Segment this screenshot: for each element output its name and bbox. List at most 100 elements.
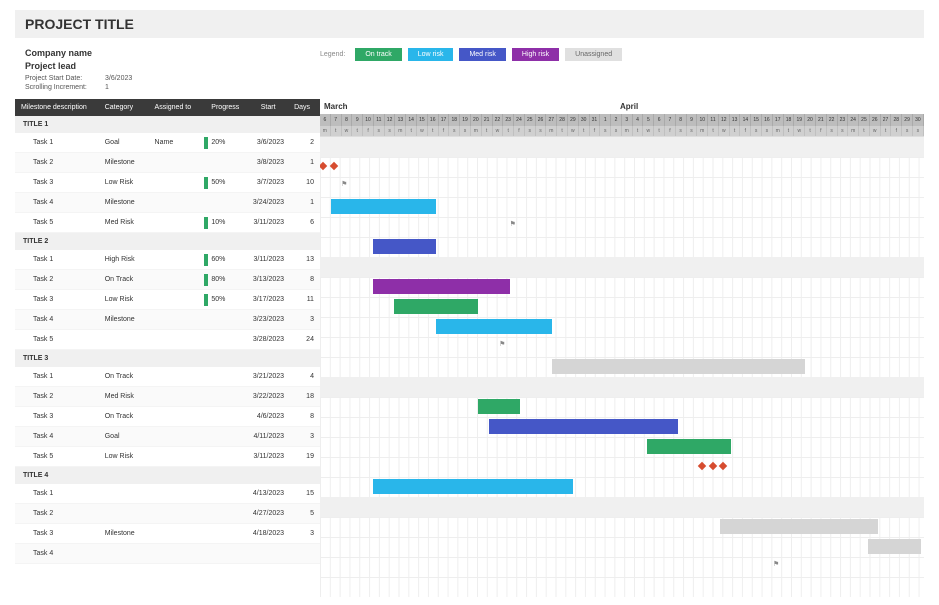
gantt-row[interactable] [320,237,924,257]
gantt-bar[interactable] [489,419,679,434]
table-row[interactable]: Task 3Low Risk50%3/17/202311 [15,290,320,310]
cell-start: 4/11/2023 [246,433,290,440]
gantt-row[interactable] [320,457,924,477]
start-date-field: Project Start Date: 3/6/2023 [25,75,320,82]
weekday-cell: s [687,126,698,136]
goal-diamond-icon[interactable] [719,462,727,470]
gantt-row[interactable] [320,517,924,537]
cell-category: On Track [105,373,155,380]
gantt-row[interactable] [320,397,924,417]
table-row[interactable]: Task 4Goal4/11/20233 [15,427,320,447]
legend: Legend: On track Low risk Med risk High … [320,48,622,61]
cell-name: Task 1 [21,373,105,380]
day-cell: 29 [568,114,579,126]
table-row[interactable]: Task 4 [15,544,320,564]
legend-unassigned: Unassigned [565,48,622,61]
weekday-cell: t [633,126,644,136]
gantt-row[interactable] [320,537,924,557]
table-row[interactable]: Task 1High Risk60%3/11/202313 [15,250,320,270]
weekday-cell: s [751,126,762,136]
gantt-bar[interactable] [478,399,520,414]
milestone-flag-icon[interactable]: ⚑ [510,220,516,228]
cell-start: 3/23/2023 [246,316,290,323]
gantt-bar[interactable] [373,479,573,494]
cell-days: 5 [290,510,314,517]
milestone-flag-icon[interactable]: ⚑ [341,180,347,188]
gantt-row[interactable] [320,577,924,597]
gantt-row[interactable]: ⚑ [320,217,924,237]
cell-name: Task 1 [21,490,105,497]
cell-category: Milestone [105,316,155,323]
cell-name: Task 2 [21,159,105,166]
gantt-area[interactable]: ⚑ ⚑ ⚑ ⚑ [320,137,924,597]
goal-diamond-icon[interactable] [329,162,337,170]
gantt-bar[interactable] [436,319,552,334]
day-cell: 24 [514,114,525,126]
table-row[interactable]: Task 1On Track3/21/20234 [15,367,320,387]
milestone-flag-icon[interactable]: ⚑ [499,340,505,348]
section-header[interactable]: TITLE 3 [15,350,320,367]
table-row[interactable]: Task 1GoalName20%3/6/20232 [15,133,320,153]
gantt-bar[interactable] [394,299,478,314]
weekday-cell: t [482,126,493,136]
table-row[interactable]: Task 4Milestone3/24/20231 [15,193,320,213]
header-row: Company name Project lead Project Start … [15,48,924,93]
table-row[interactable]: Task 4Milestone3/23/20233 [15,310,320,330]
goal-diamond-icon[interactable] [320,162,327,170]
gantt-bar[interactable] [373,239,436,254]
table-row[interactable]: Task 53/28/202324 [15,330,320,350]
gantt-row[interactable] [320,357,924,377]
progress-value: 10% [211,219,225,226]
gantt-bar[interactable] [647,439,731,454]
section-header[interactable]: TITLE 4 [15,467,320,484]
cell-name: Task 4 [21,316,105,323]
weekday-cell: w [643,126,654,136]
day-cell: 17 [439,114,450,126]
gantt-row[interactable]: ⚑ [320,557,924,577]
legend-ontrack: On track [355,48,401,61]
gantt-row[interactable] [320,297,924,317]
table-row[interactable]: Task 3On Track4/6/20238 [15,407,320,427]
table-row[interactable]: Task 2Milestone3/8/20231 [15,153,320,173]
table-row[interactable]: Task 3Milestone4/18/20233 [15,524,320,544]
gantt-row[interactable] [320,317,924,337]
progress-value: 50% [211,179,225,186]
table-row[interactable]: Task 3Low Risk50%3/7/202310 [15,173,320,193]
table-row[interactable]: Task 24/27/20235 [15,504,320,524]
gantt-bar[interactable] [373,279,510,294]
day-cell: 7 [331,114,342,126]
day-cell: 15 [417,114,428,126]
cell-category: Goal [105,139,155,146]
goal-diamond-icon[interactable] [698,462,706,470]
gantt-row[interactable]: ⚑ [320,337,924,357]
goal-diamond-icon[interactable] [709,462,717,470]
table-row[interactable]: Task 14/13/202315 [15,484,320,504]
gantt-bar[interactable] [331,199,436,214]
cell-category: Med Risk [105,219,155,226]
gantt-row[interactable] [320,437,924,457]
cell-start: 3/11/2023 [246,453,290,460]
scroll-value[interactable]: 1 [105,84,109,91]
section-header[interactable]: TITLE 1 [15,116,320,133]
day-cell: 19 [794,114,805,126]
day-cell: 26 [536,114,547,126]
table-row[interactable]: Task 2On Track80%3/13/20238 [15,270,320,290]
milestone-flag-icon[interactable]: ⚑ [773,560,779,568]
company-name: Company name [25,48,320,58]
gantt-row[interactable] [320,157,924,177]
gantt-row[interactable] [320,477,924,497]
gantt-bar[interactable] [552,359,805,374]
gantt-bar[interactable] [720,519,878,534]
weekday-cell: f [363,126,374,136]
gantt-bar[interactable] [868,539,921,554]
gantt-row[interactable] [320,277,924,297]
start-date-value[interactable]: 3/6/2023 [105,75,132,82]
table-row[interactable]: Task 5Low Risk3/11/202319 [15,447,320,467]
cell-progress: 50% [204,294,246,306]
gantt-row[interactable] [320,417,924,437]
table-row[interactable]: Task 5Med Risk10%3/11/20236 [15,213,320,233]
table-row[interactable]: Task 2Med Risk3/22/202318 [15,387,320,407]
section-header[interactable]: TITLE 2 [15,233,320,250]
gantt-row[interactable] [320,197,924,217]
gantt-row[interactable]: ⚑ [320,177,924,197]
